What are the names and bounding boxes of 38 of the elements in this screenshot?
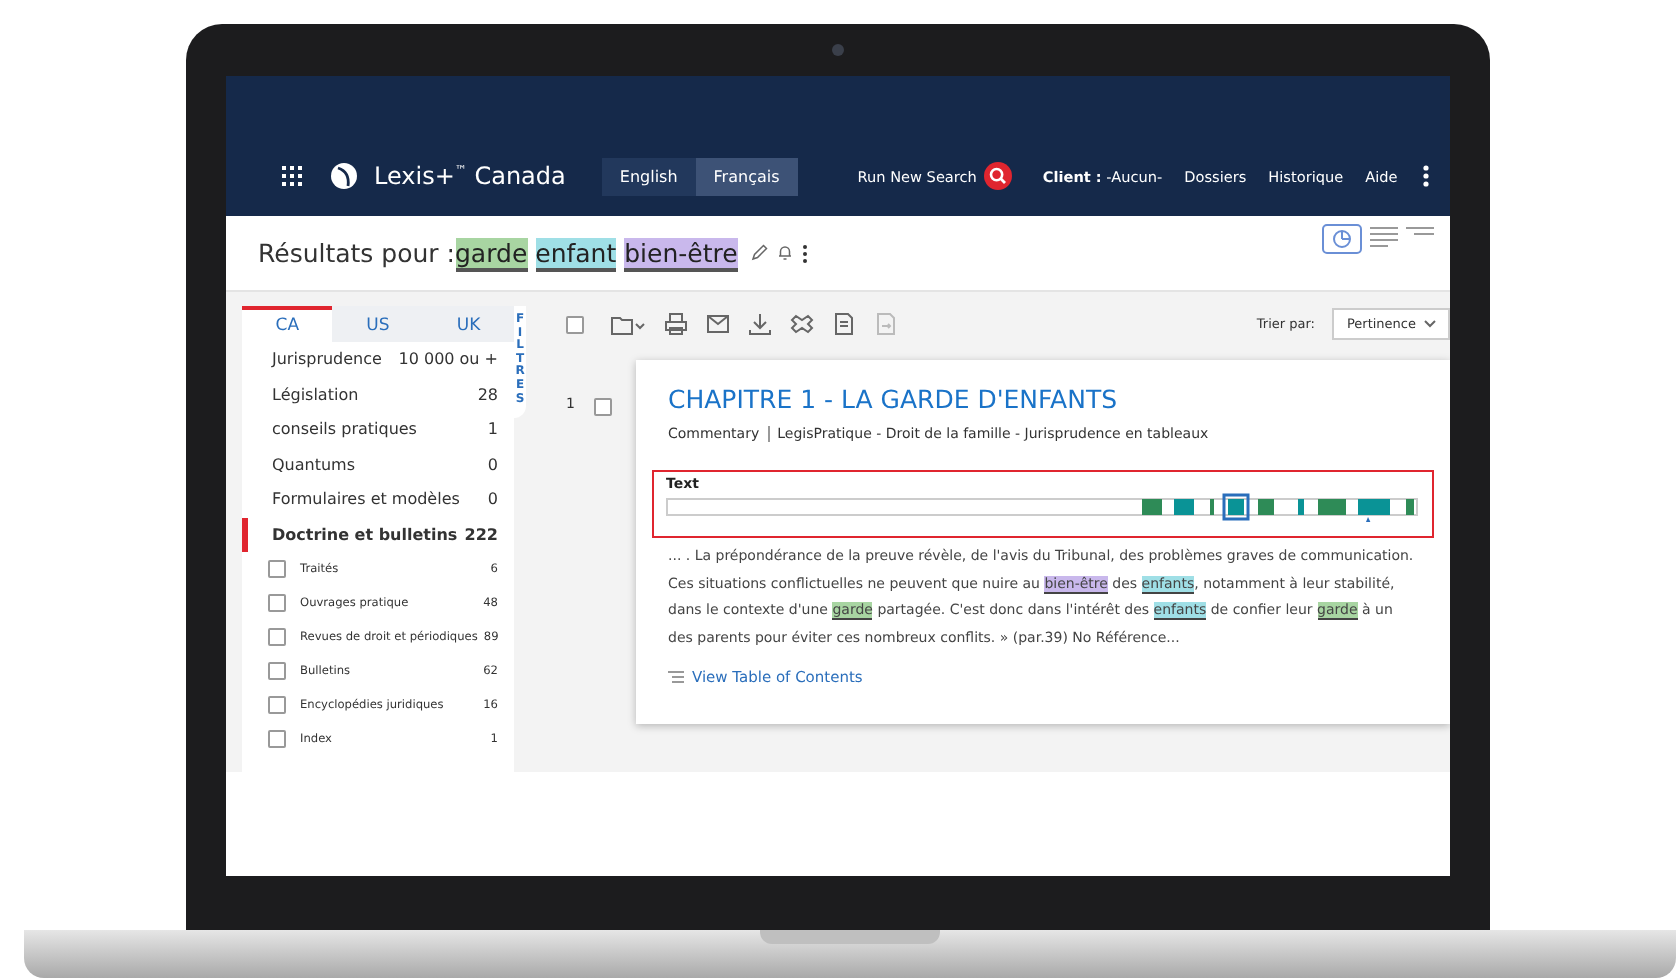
chevron-down-icon [1424,320,1436,328]
result-checkbox[interactable] [594,398,612,416]
category-item[interactable]: conseils pratiques 1 [242,412,514,447]
language-toggle[interactable]: English [601,157,696,195]
checkbox[interactable] [268,730,286,748]
print-icon[interactable] [664,312,688,336]
app-grid-icon[interactable] [282,166,302,186]
language-toggle[interactable]: Français [695,157,798,195]
category-item[interactable]: Doctrine et bulletins 222 [242,517,514,552]
results-heading: Résultats pour :garde enfant bien-être [258,238,738,268]
checkbox[interactable] [268,696,286,714]
folder-icon[interactable] [610,313,646,335]
logo-icon [330,162,358,190]
mail-icon[interactable] [706,312,730,336]
checkbox[interactable] [268,662,286,680]
pencil-icon[interactable] [749,244,768,262]
select-all-checkbox[interactable] [566,315,584,333]
jurisdiction-tab[interactable]: US [332,306,424,342]
result-title-link[interactable]: CHAPITRE 1 - LA GARDE D'ENFANTS [668,384,1434,414]
download-icon[interactable] [748,312,772,336]
search-icon[interactable] [984,162,1013,190]
category-item[interactable]: Législation 28 [242,377,514,412]
checkbox[interactable] [268,594,286,612]
more-icon[interactable] [1421,164,1430,188]
category-item[interactable]: Formulaires et modèles 0 [242,482,514,517]
document-icon[interactable] [832,312,856,336]
jurisdiction-tab[interactable]: UK [423,306,514,342]
checkbox[interactable] [268,628,286,646]
chart-view-icon[interactable] [1322,224,1362,254]
list-icon [668,670,684,684]
brand-name: Lexis+$^{™}$ Canada [374,162,566,190]
more-icon[interactable] [801,243,808,263]
category-item[interactable]: Jurisprudence 10 000 ou + [242,342,514,377]
checkbox[interactable] [268,560,286,578]
camera-icon [832,44,844,56]
category-item[interactable]: Quantums 0 [242,447,514,482]
bell-icon[interactable] [775,244,794,262]
list-view-icon[interactable] [1370,224,1398,248]
